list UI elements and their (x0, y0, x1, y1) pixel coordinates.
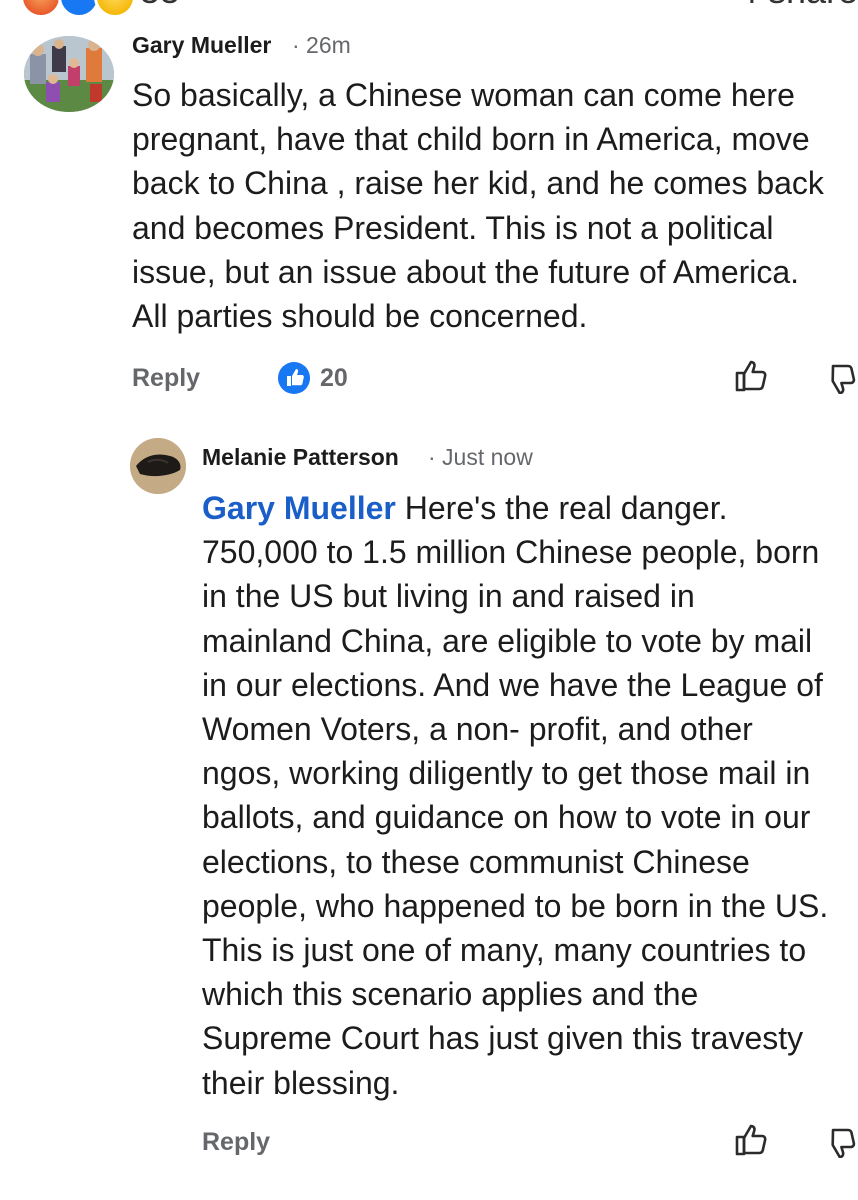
author-mention[interactable]: Gary Mueller (202, 490, 396, 526)
thumbs-down-icon[interactable] (830, 1122, 858, 1158)
angry-reaction-icon (20, 0, 62, 18)
reaction-count: 55 (140, 0, 180, 12)
like-count: 20 (320, 364, 348, 392)
comment-timestamp: · 26m (292, 32, 351, 58)
reply-button[interactable]: Reply (202, 1128, 270, 1157)
avatar-gary-mueller[interactable] (24, 36, 114, 112)
reply-button[interactable]: Reply (132, 364, 200, 393)
like-badge-icon (278, 362, 310, 394)
like-reaction-icon (58, 0, 100, 18)
comment-timestamp: · Just now (428, 444, 533, 470)
comment-author[interactable]: Melanie Patterson (202, 444, 399, 471)
avatar-melanie-patterson[interactable] (130, 438, 186, 494)
reply-body: Gary Mueller Here's the real danger. 750… (202, 490, 829, 1101)
thumbs-down-icon[interactable] (830, 358, 858, 394)
shares-count[interactable]: 4 share (738, 0, 858, 12)
comment-body: So basically, a Chinese woman can come h… (132, 77, 824, 335)
thumbs-up-icon[interactable] (734, 358, 770, 394)
sad-reaction-icon (94, 0, 136, 18)
thumbs-up-icon[interactable] (734, 1122, 770, 1158)
comment-author[interactable]: Gary Mueller (132, 32, 271, 59)
